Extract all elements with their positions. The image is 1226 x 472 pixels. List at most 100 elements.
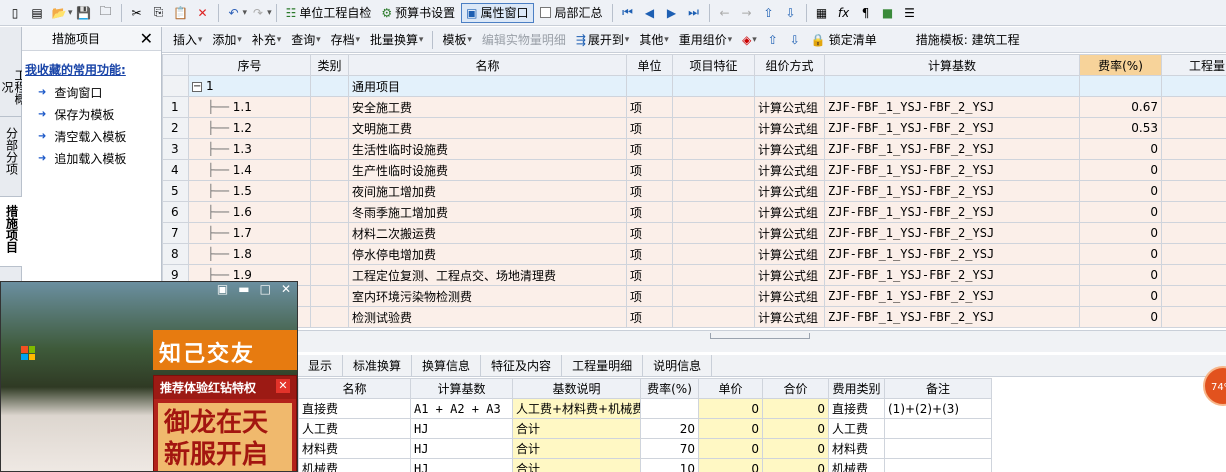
method-cell[interactable]: 计算公式组 [754,201,825,223]
first-icon[interactable]: ⏮ [619,4,637,22]
base-cell[interactable]: ZJF-FBF_1_YSJ-FBF_2_YSJ [824,138,1080,160]
detail-row[interactable]: 人工费 HJ 合计 20 0 0 人工费 [298,418,992,439]
name-cell[interactable]: 生活性临时设施费 [348,138,627,160]
partial-summary-checkbox[interactable]: 局部汇总 [536,3,607,23]
detail-header-total[interactable]: 合价 [762,378,829,399]
undo-dropdown-icon[interactable]: ▾ [243,8,248,18]
features-cell[interactable] [672,138,755,160]
left-arrow-icon[interactable]: ← [716,4,734,22]
detail-price-cell[interactable]: 0 [698,398,763,419]
table-row[interactable]: 5 ├── 1.5 夜间施工增加费项 计算公式组 ZJF-FBF_1_YSJ-FBF_… [162,180,1226,202]
template-icon[interactable]: ▤ [28,4,46,22]
features-cell[interactable] [672,180,755,202]
detail-type-cell[interactable]: 人工费 [828,418,885,439]
detail-note-cell[interactable] [884,458,992,472]
group-row[interactable]: −1 通用项目 [162,75,1226,97]
unit-cell[interactable]: 项 [626,138,673,160]
base-cell[interactable]: ZJF-FBF_1_YSJ-FBF_2_YSJ [824,264,1080,286]
detail-total-cell[interactable]: 0 [762,398,829,419]
batch-convert-button[interactable]: 批量换算 ▾ [366,30,427,50]
code-cell[interactable]: ├── 1.2 [188,117,311,139]
query-button[interactable]: 查询 ▾ [287,30,324,50]
category-cell[interactable] [310,117,349,139]
quantity-cell[interactable] [1161,96,1226,118]
code-cell[interactable]: ├── 1.4 [188,159,311,181]
tab-features[interactable]: 特征及内容 [481,355,563,376]
name-cell[interactable]: 工程定位复测、工程点交、场地清理费 [348,264,627,286]
quantity-cell[interactable] [1161,180,1226,202]
quantity-cell[interactable] [1161,264,1226,286]
features-cell[interactable] [672,222,755,244]
rate-cell[interactable]: 0 [1079,243,1162,265]
category-cell[interactable] [310,306,349,328]
last-icon[interactable]: ⏭ [685,4,703,22]
method-cell[interactable]: 计算公式组 [754,117,825,139]
unit-cell[interactable]: 项 [626,264,673,286]
edit-detail-button[interactable]: 编辑实物量明细 [478,30,570,50]
cube-icon[interactable]: ■ [879,4,897,22]
detail-header-type[interactable]: 费用类别 [828,378,885,399]
cell[interactable] [1079,75,1162,97]
unit-cell[interactable]: 项 [626,180,673,202]
self-check-button[interactable]: ☷ 单位工程自检 [282,3,376,23]
supplement-button[interactable]: 补充 ▾ [248,30,285,50]
detail-note-cell[interactable] [884,418,992,439]
ad-minimize-icon[interactable]: ▬ [238,282,249,298]
detail-desc-cell[interactable]: 人工费+材料费+机械费 [512,398,641,419]
rate-cell[interactable]: 0 [1079,306,1162,328]
features-cell[interactable] [672,96,755,118]
ad-maximize-icon[interactable]: □ [260,282,271,298]
copy-icon[interactable]: ⎘ [150,4,168,22]
redo-icon[interactable]: ↷ [249,4,267,22]
features-cell[interactable] [672,285,755,307]
delete-icon[interactable]: ✕ [194,4,212,22]
unit-cell[interactable]: 项 [626,306,673,328]
features-cell[interactable] [672,201,755,223]
insert-button[interactable]: 插入 ▾ [169,30,206,50]
paragraph-icon[interactable]: ¶ [857,4,875,22]
group-code-cell[interactable]: −1 [188,75,311,97]
folder-icon[interactable]: 🗀 [97,4,115,22]
method-cell[interactable]: 计算公式组 [754,96,825,118]
code-cell[interactable]: ├── 1.1 [188,96,311,118]
add-button[interactable]: 添加 ▾ [208,30,245,50]
group-name[interactable]: 通用项目 [348,75,627,97]
code-cell[interactable]: ├── 1.8 [188,243,311,265]
code-cell[interactable]: ├── 1.7 [188,222,311,244]
table-row[interactable]: 4 ├── 1.4 生产性临时设施费项 计算公式组 ZJF-FBF_1_YSJ-FBF… [162,159,1226,181]
cell[interactable] [310,75,349,97]
detail-price-cell[interactable]: 0 [698,438,763,459]
detail-total-cell[interactable]: 0 [762,458,829,472]
lock-list-button[interactable]: 🔒 锁定清单 [807,30,881,50]
table-row[interactable]: 8 ├── 1.8 停水停电增加费项 计算公式组 ZJF-FBF_1_YSJ-FBF_… [162,243,1226,265]
code-cell[interactable]: ├── 1.5 [188,180,311,202]
table-row[interactable]: 1 ├── 1.1 安全施工费项 计算公式组 ZJF-FBF_1_YSJ-FBF_2_… [162,96,1226,118]
detail-note-cell[interactable]: (1)+(2)+(3) [884,398,992,419]
splitter-grip[interactable] [710,333,810,339]
method-cell[interactable]: 计算公式组 [754,264,825,286]
name-cell[interactable]: 安全施工费 [348,96,627,118]
table-row[interactable]: ├── 室内环境污染物检测费项计算公式组ZJF-FBF_1_YSJ-FBF_2_… [162,285,1226,307]
detail-rate-cell[interactable] [640,398,699,419]
ad-close-icon[interactable]: ✕ [281,282,291,298]
template-button[interactable]: 模板 ▾ [438,30,475,50]
quantity-cell[interactable] [1161,222,1226,244]
detail-row[interactable]: 机械费 HJ 合计 10 0 0 机械费 [298,458,992,472]
ad-logo[interactable]: 知己交友 [153,330,297,370]
method-cell[interactable]: 计算公式组 [754,222,825,244]
base-cell[interactable]: ZJF-FBF_1_YSJ-FBF_2_YSJ [824,159,1080,181]
detail-desc-cell[interactable]: 合计 [512,438,641,459]
detail-header-base[interactable]: 计算基数 [410,378,513,399]
detail-total-cell[interactable]: 0 [762,418,829,439]
unit-cell[interactable]: 项 [626,96,673,118]
table-row[interactable]: 6 ├── 1.6 冬雨季施工增加费项 计算公式组 ZJF-FBF_1_YSJ-FBF… [162,201,1226,223]
cut-icon[interactable]: ✂ [128,4,146,22]
features-cell[interactable] [672,306,755,328]
detail-name-cell[interactable]: 机械费 [298,458,411,472]
rate-cell[interactable]: 0 [1079,180,1162,202]
favorite-clear-load-template[interactable]: ➜ 清空载入模板 [38,129,161,144]
category-cell[interactable] [310,96,349,118]
detail-header-price[interactable]: 单价 [698,378,763,399]
features-cell[interactable] [672,117,755,139]
quantity-cell[interactable] [1161,306,1226,328]
